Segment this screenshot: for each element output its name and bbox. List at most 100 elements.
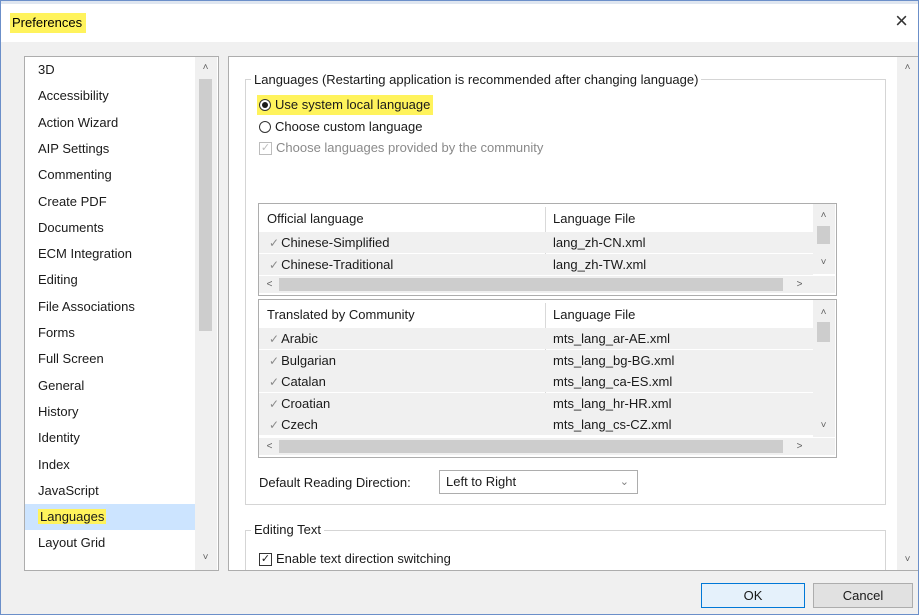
radio-system-language-label: Use system local language [275, 97, 431, 112]
community-checkbox[interactable]: ✓ [259, 141, 272, 155]
language-file-cell: mts_lang_ca-ES.xml [553, 374, 673, 389]
community-hscroll-thumb[interactable] [279, 440, 783, 453]
reading-direction-select[interactable]: Left to Right ⌄ [439, 470, 638, 494]
content-scrollbar[interactable]: ˄ ˅ [897, 57, 918, 570]
sidebar-item-label: History [38, 403, 79, 419]
text-direction-checkbox[interactable]: ✓ [259, 552, 272, 566]
sidebar-item-3d[interactable]: 3D [25, 57, 195, 83]
language-file-cell: lang_zh-CN.xml [553, 235, 646, 250]
sidebar-item-javascript[interactable]: JavaScript [25, 478, 195, 504]
language-name-cell: ✓ Chinese-Simplified [269, 232, 389, 253]
scroll-right-icon[interactable]: > [791, 438, 808, 455]
official-vscroll[interactable]: ˄ ˅ [813, 204, 835, 274]
check-icon: ✓ [269, 418, 280, 432]
check-icon: ✓ [269, 332, 280, 346]
sidebar-item-ecm-integration[interactable]: ECM Integration [25, 241, 195, 267]
language-name: Croatian [281, 395, 331, 411]
official-scroll-thumb[interactable] [817, 226, 830, 244]
sidebar-item-accessibility[interactable]: Accessibility [25, 83, 195, 109]
sidebar-scrollbar[interactable]: ˄ ˅ [195, 57, 217, 570]
community-file-col-header[interactable]: Language File [545, 303, 813, 327]
official-hscroll-thumb[interactable] [279, 278, 783, 291]
sidebar-item-label: Index [38, 456, 70, 472]
cancel-button[interactable]: Cancel [813, 583, 913, 608]
check-icon: ✓ [269, 236, 280, 250]
language-name: Chinese-Simplified [281, 235, 390, 250]
checkbox-text-direction[interactable]: ✓ Enable text direction switching [259, 549, 451, 569]
scroll-left-icon[interactable]: < [261, 438, 278, 455]
sidebar-scroll-thumb[interactable] [199, 79, 212, 331]
language-name: Arabic [281, 331, 318, 346]
sidebar-item-general[interactable]: General [25, 373, 195, 399]
language-name-cell: ✓ Chinese-Traditional [269, 254, 393, 275]
community-hscroll[interactable]: < > [259, 438, 835, 455]
sidebar-item-identity[interactable]: Identity [25, 425, 195, 451]
language-name: Chinese-Traditional [281, 256, 394, 272]
sidebar-item-index[interactable]: Index [25, 452, 195, 478]
scroll-down-icon[interactable]: ˅ [815, 417, 832, 434]
scroll-up-icon[interactable]: ˄ [815, 304, 832, 321]
language-file-cell: mts_lang_bg-BG.xml [553, 352, 675, 368]
check-icon: ✓ [269, 396, 280, 411]
scroll-up-icon[interactable]: ˄ [899, 59, 916, 76]
sidebar-item-label: Documents [38, 219, 104, 235]
table-row[interactable]: ✓ Catalan mts_lang_ca-ES.xml [259, 371, 813, 392]
official-file-col-header[interactable]: Language File [545, 207, 813, 231]
language-name-cell: ✓ Bulgarian [269, 350, 336, 371]
sidebar-item-label: Accessibility [38, 88, 109, 104]
language-name: Czech [281, 417, 318, 432]
table-row[interactable]: ✓ Croatian mts_lang_hr-HR.xml [259, 392, 813, 414]
radio-system-language-indicator[interactable] [259, 99, 271, 111]
scroll-right-icon[interactable]: > [791, 276, 808, 293]
scroll-down-icon[interactable]: ˅ [899, 551, 916, 568]
radio-custom-language-indicator[interactable] [259, 121, 271, 133]
community-col-header[interactable]: Translated by Community [259, 303, 545, 327]
sidebar-item-commenting[interactable]: Commenting [25, 162, 195, 188]
sidebar-item-label: Commenting [38, 167, 112, 183]
check-icon: ✓ [269, 257, 280, 272]
sidebar-item-aip-settings[interactable]: AIP Settings [25, 136, 195, 162]
checkbox-community-languages[interactable]: ✓ Choose languages provided by the commu… [259, 138, 543, 158]
sidebar-item-label: General [38, 377, 85, 393]
official-col-header[interactable]: Official language [259, 207, 545, 231]
scroll-down-icon[interactable]: ˅ [197, 549, 214, 566]
sidebar-item-action-wizard[interactable]: Action Wizard [25, 110, 195, 136]
table-row[interactable]: ✓ Chinese-Traditional lang_zh-TW.xml [259, 253, 813, 275]
ok-button[interactable]: OK [701, 583, 805, 608]
language-name: Bulgarian [281, 352, 336, 368]
community-vscroll[interactable]: ˄ ˅ [813, 300, 835, 437]
sidebar-item-label: Identity [38, 430, 80, 446]
table-row[interactable]: ✓ Chinese-Simplified lang_zh-CN.xml [259, 232, 813, 253]
scroll-up-icon[interactable]: ˄ [197, 59, 214, 76]
sidebar-item-file-associations[interactable]: File Associations [25, 294, 195, 320]
sidebar-item-editing[interactable]: Editing [25, 267, 195, 293]
table-row[interactable]: ✓ Bulgarian mts_lang_bg-BG.xml [259, 349, 813, 371]
language-name-cell: ✓ Catalan [269, 371, 326, 392]
official-hscroll[interactable]: < > [259, 276, 835, 293]
community-scroll-thumb[interactable] [817, 322, 830, 342]
community-language-table: Translated by Community Language File ✓ A… [258, 299, 837, 458]
close-icon[interactable]: × [895, 10, 908, 32]
sidebar-item-label: File Associations [38, 298, 135, 314]
table-row[interactable]: ✓ Arabic mts_lang_ar-AE.xml [259, 328, 813, 349]
sidebar-item-full-screen[interactable]: Full Screen [25, 346, 195, 372]
dialog-title: Preferences [10, 13, 87, 33]
text-direction-label: Enable text direction switching [276, 551, 451, 566]
radio-custom-language-label: Choose custom language [275, 119, 423, 134]
sidebar-item-history[interactable]: History [25, 399, 195, 425]
sidebar-item-create-pdf[interactable]: Create PDF [25, 189, 195, 215]
sidebar-item-forms[interactable]: Forms [25, 320, 195, 346]
sidebar-item-label: Layout Grid [38, 535, 106, 551]
sidebar-item-documents[interactable]: Documents [25, 215, 195, 241]
table-row[interactable]: ✓ Czech mts_lang_cs-CZ.xml [259, 414, 813, 435]
sidebar-item-layout-grid[interactable]: Layout Grid [25, 530, 195, 556]
sidebar-item-languages[interactable]: Languages [25, 504, 195, 531]
scroll-up-icon[interactable]: ˄ [815, 207, 832, 224]
radio-system-language[interactable]: Use system local language [257, 95, 434, 115]
language-file-cell: lang_zh-TW.xml [553, 256, 647, 272]
scroll-left-icon[interactable]: < [261, 276, 278, 293]
radio-custom-language[interactable]: Choose custom language [259, 117, 422, 137]
languages-panel: Languages (Restarting application is rec… [228, 56, 918, 571]
scroll-down-icon[interactable]: ˅ [815, 254, 832, 271]
sidebar-item-label: AIP Settings [38, 140, 110, 156]
